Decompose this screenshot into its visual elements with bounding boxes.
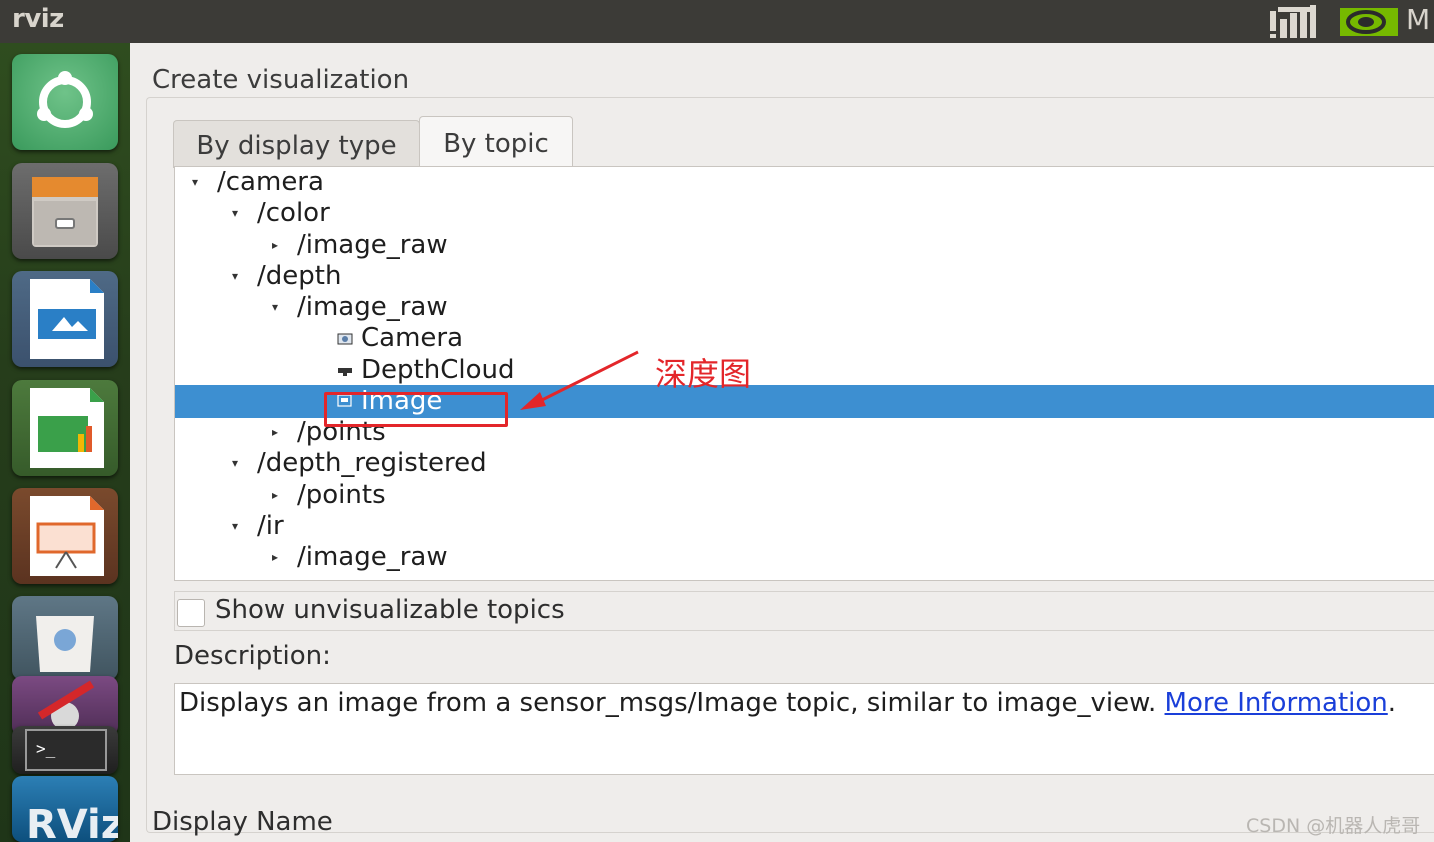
tree-row-label: Camera <box>361 323 464 353</box>
nvidia-icon[interactable] <box>1340 4 1398 38</box>
tree-row-label: /image_raw <box>297 542 448 572</box>
expander-open-icon[interactable]: ▾ <box>227 448 243 479</box>
tree-row-label: /camera <box>217 167 324 197</box>
writer-icon[interactable] <box>12 271 118 367</box>
svg-text:>_: >_ <box>36 739 56 758</box>
tree-row-label: /ir <box>257 511 284 541</box>
software-center-icon[interactable] <box>12 596 118 680</box>
dialog-title: Create visualization <box>152 65 410 95</box>
depthcloud-display-icon <box>338 368 352 376</box>
tree-row[interactable]: ▾ /depth <box>175 261 1434 292</box>
calc-icon[interactable] <box>12 380 118 476</box>
display-name-label: Display Name <box>152 807 333 837</box>
tab-by-topic[interactable]: By topic <box>419 116 573 168</box>
expander-closed-icon[interactable]: ▸ <box>267 480 283 511</box>
tree-row[interactable]: ▸ /image_raw <box>175 542 1434 573</box>
tab-by-display-type[interactable]: By display type <box>173 120 420 168</box>
topic-tree[interactable]: ▾/camera ▾/color ▸/image_raw ▾/depth ▾/image… <box>174 166 1434 581</box>
tree-row[interactable]: ▾ /camera <box>175 167 1434 198</box>
expander-open-icon[interactable]: ▾ <box>227 261 243 292</box>
show-unvisualizable-row[interactable]: Show unvisualizable topics <box>174 591 1434 631</box>
tree-row[interactable]: ▸ /points <box>175 480 1434 511</box>
tree-row[interactable]: ▸ /image_raw <box>175 230 1434 261</box>
expander-closed-icon[interactable]: ▸ <box>267 417 283 448</box>
tree-row-label: /color <box>257 198 330 228</box>
terminal-icon[interactable]: >_ <box>12 726 118 774</box>
files-icon[interactable] <box>12 163 118 259</box>
annotation-arrow-icon <box>520 350 639 410</box>
ubuntu-logo-icon[interactable] <box>12 54 118 150</box>
description-text: Displays an image from a sensor_msgs/Ima… <box>179 688 1396 718</box>
top-panel: rviz M <box>0 0 1434 43</box>
network-indicator-icon[interactable] <box>1268 3 1318 39</box>
expander-closed-icon[interactable]: ▸ <box>267 230 283 261</box>
tree-row[interactable]: ▾ /ir <box>175 511 1434 542</box>
description-title: Description: <box>174 641 331 671</box>
tree-row[interactable]: DepthCloud <box>175 355 1434 386</box>
app-title: rviz <box>12 4 64 34</box>
tray-overflow-text: M <box>1406 3 1431 36</box>
camera-display-icon <box>337 333 353 345</box>
tree-row[interactable]: ▾ /color <box>175 198 1434 229</box>
show-unvisualizable-checkbox[interactable] <box>177 599 205 627</box>
svg-text:RViz: RViz <box>26 802 118 842</box>
tree-row-label: /image_raw <box>297 230 448 260</box>
expander-open-icon[interactable]: ▾ <box>227 198 243 229</box>
more-information-link[interactable]: More Information <box>1165 688 1388 718</box>
show-unvisualizable-label: Show unvisualizable topics <box>215 595 565 625</box>
description-suffix: . <box>1387 688 1397 718</box>
create-visualization-dialog: Create visualization By display type By … <box>130 43 1434 842</box>
tree-row-label: /points <box>297 480 386 510</box>
description-box: Displays an image from a sensor_msgs/Ima… <box>174 683 1434 775</box>
tree-row-label: /depth_registered <box>257 448 487 478</box>
annotation-label: 深度图 <box>655 355 752 393</box>
tree-row-label: DepthCloud <box>361 355 515 385</box>
tree-row-label: /image_raw <box>297 292 448 322</box>
expander-closed-icon[interactable]: ▸ <box>267 542 283 573</box>
tree-row-label: /depth <box>257 261 342 291</box>
impress-icon[interactable] <box>12 488 118 584</box>
description-body: Displays an image from a sensor_msgs/Ima… <box>179 688 1165 718</box>
tree-row[interactable]: ▾ /image_raw <box>175 292 1434 323</box>
tree-row[interactable]: ▾ /depth_registered <box>175 448 1434 479</box>
annotation-highlight-box <box>324 392 508 427</box>
expander-open-icon[interactable]: ▾ <box>227 511 243 542</box>
watermark: CSDN @机器人虎哥 <box>1246 815 1421 837</box>
rviz-icon[interactable]: RViz <box>12 776 118 842</box>
expander-open-icon[interactable]: ▾ <box>267 292 283 323</box>
tree-row[interactable]: Camera <box>175 323 1434 354</box>
expander-open-icon[interactable]: ▾ <box>187 167 203 198</box>
